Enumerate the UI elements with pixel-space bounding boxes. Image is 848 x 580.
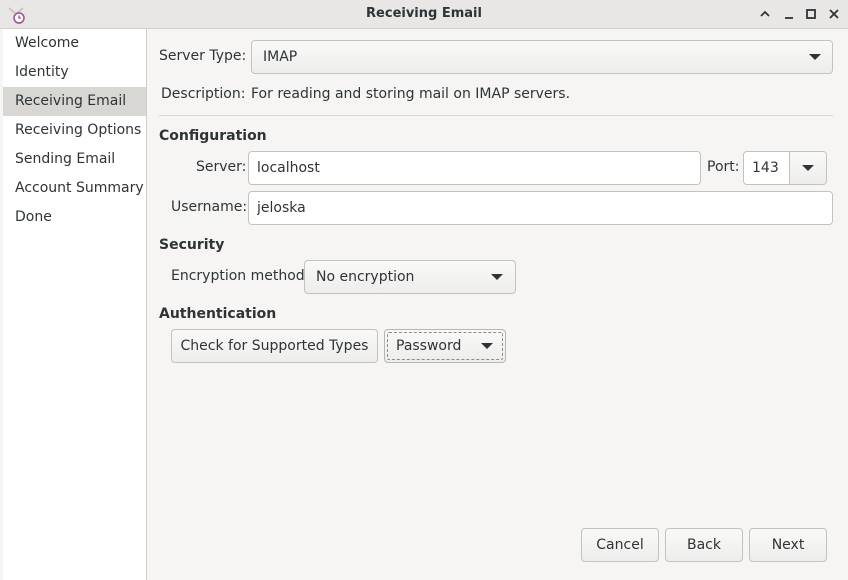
encryption-value: No encryption <box>316 269 415 285</box>
description-label: Description: <box>161 86 246 102</box>
server-label: Server: <box>196 159 247 175</box>
sidebar-item-receiving-email[interactable]: Receiving Email <box>3 87 146 116</box>
chevron-down-icon <box>491 274 503 280</box>
authentication-heading: Authentication <box>159 306 277 322</box>
close-icon[interactable] <box>824 4 844 24</box>
divider <box>159 115 833 116</box>
configuration-heading: Configuration <box>159 128 267 144</box>
window-title: Receiving Email <box>366 6 482 21</box>
username-label: Username: <box>171 199 248 215</box>
server-input[interactable] <box>257 152 696 184</box>
check-supported-types-button[interactable]: Check for Supported Types <box>171 329 378 363</box>
sidebar: Welcome Identity Receiving Email Receivi… <box>3 29 147 580</box>
chevron-up-icon[interactable] <box>755 4 775 24</box>
port-input[interactable] <box>752 152 790 184</box>
chevron-down-icon <box>481 343 493 349</box>
port-label: Port: <box>707 159 740 175</box>
next-button[interactable]: Next <box>749 528 827 562</box>
port-dropdown-button[interactable] <box>789 152 826 184</box>
cancel-button[interactable]: Cancel <box>581 528 659 562</box>
authentication-method-dropdown[interactable]: Password <box>384 329 506 363</box>
back-button[interactable]: Back <box>665 528 743 562</box>
sidebar-item-account-summary[interactable]: Account Summary <box>3 174 146 203</box>
sidebar-item-done[interactable]: Done <box>3 203 146 232</box>
chevron-down-icon <box>809 54 821 60</box>
port-spinner[interactable] <box>743 151 827 185</box>
maximize-icon[interactable] <box>801 4 821 24</box>
sidebar-item-identity[interactable]: Identity <box>3 58 146 87</box>
sidebar-item-sending-email[interactable]: Sending Email <box>3 145 146 174</box>
title-bar: Receiving Email <box>0 0 848 29</box>
server-field[interactable] <box>248 151 701 185</box>
sidebar-item-receiving-options[interactable]: Receiving Options <box>3 116 146 145</box>
authentication-method-value: Password <box>396 338 462 354</box>
server-type-value: IMAP <box>263 49 298 65</box>
username-input[interactable] <box>257 192 828 224</box>
sidebar-item-welcome[interactable]: Welcome <box>3 29 146 58</box>
description-text: For reading and storing mail on IMAP ser… <box>251 86 571 102</box>
minimize-icon[interactable] <box>779 4 799 24</box>
encryption-dropdown[interactable]: No encryption <box>304 260 516 294</box>
username-field[interactable] <box>248 191 833 225</box>
chevron-down-icon <box>802 165 814 171</box>
security-heading: Security <box>159 237 225 253</box>
server-type-label: Server Type: <box>159 48 247 64</box>
server-type-dropdown[interactable]: IMAP <box>251 40 833 74</box>
encryption-label: Encryption method: <box>171 268 310 284</box>
